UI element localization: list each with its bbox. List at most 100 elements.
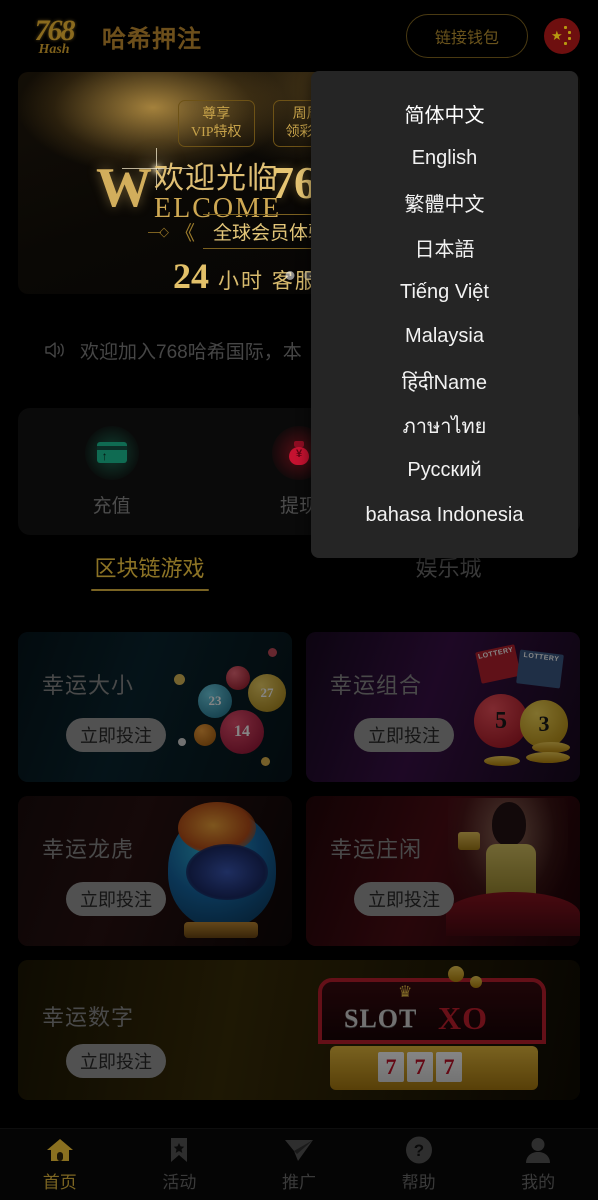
nav-item-home-label: 首页 xyxy=(42,1173,77,1192)
art-tiger xyxy=(178,802,256,854)
money-bag-glyph: ¥ xyxy=(287,440,311,465)
language-option-russian[interactable]: Русский xyxy=(311,449,578,494)
art-ticket-red: LOTTERY xyxy=(475,644,521,684)
tab-casino[interactable]: 娱乐城 xyxy=(299,556,598,610)
question-circle-icon: ? xyxy=(404,1136,434,1164)
card-glyph: ↑ xyxy=(96,442,127,463)
art-ball-small-2 xyxy=(194,724,216,746)
art-dragon xyxy=(186,844,268,900)
art-ball-dot-1 xyxy=(174,674,185,685)
art-slot-arch xyxy=(318,978,546,1044)
language-option-indonesian[interactable]: bahasa Indonesia xyxy=(311,493,578,538)
art-ball-dot-3 xyxy=(178,738,186,746)
language-option-traditional-chinese[interactable]: 繁體中文 xyxy=(311,180,578,225)
bookmark-star-icon xyxy=(164,1136,194,1164)
carousel-dots[interactable] xyxy=(285,271,313,280)
art-coin-top-1 xyxy=(448,966,464,982)
art-slot-reels-bg xyxy=(330,1046,538,1090)
nav-item-activity-label: 活动 xyxy=(162,1173,197,1192)
language-option-japanese[interactable]: 日本語 xyxy=(311,225,578,270)
deposit-card-icon: ↑ xyxy=(84,425,139,480)
game-card-lucky-size[interactable]: 23 27 14 幸运大小 立即投注 xyxy=(18,632,292,782)
art-orb xyxy=(168,810,276,928)
art-table xyxy=(446,892,580,936)
art-gold-bar xyxy=(458,832,480,850)
logo-subtext: Hash xyxy=(38,41,70,57)
flag-star-small-3 xyxy=(568,37,571,40)
banner-pill-vip-line1: 尊享 xyxy=(202,107,231,122)
banner-pill-vip: 尊享 VIP特权 xyxy=(178,100,255,147)
logo-mark-icon: 768 Hash xyxy=(18,11,90,61)
home-icon xyxy=(45,1136,75,1164)
yuan-symbol: ¥ xyxy=(295,448,303,460)
art-seven-2: 7 xyxy=(407,1052,433,1082)
nav-item-activity[interactable]: 活动 xyxy=(120,1136,240,1193)
game-card-lucky-combo[interactable]: LOTTERY LOTTERY 5 3 幸运组合 立即投注 xyxy=(306,632,580,782)
tab-blockchain-games[interactable]: 区块链游戏 xyxy=(0,556,299,610)
quick-action-deposit[interactable]: ↑ 充值 xyxy=(18,425,205,518)
game-card-baccarat-bet-button[interactable]: 立即投注 xyxy=(354,882,454,916)
language-dropdown-menu[interactable]: 简体中文 English 繁體中文 日本語 Tiếng Việt Malaysi… xyxy=(311,71,578,558)
language-option-vietnamese[interactable]: Tiếng Việt xyxy=(311,270,578,315)
art-ball-3: 3 xyxy=(520,700,568,748)
flag-star-small-2 xyxy=(568,31,571,34)
up-arrow-icon: ↑ xyxy=(101,449,108,463)
game-card-dragon-tiger-bet-button[interactable]: 立即投注 xyxy=(66,882,166,916)
art-slot-title-a: SLOT xyxy=(344,1004,418,1033)
app-root: 768 Hash 哈希押注 链接钱包 ★ 尊享 VIP特权 周周 领彩金 W 欢… xyxy=(0,0,598,1200)
bottom-navigation: 首页 活动 推广 ? 帮助 我的 xyxy=(0,1128,598,1200)
nav-item-help-label: 帮助 xyxy=(401,1173,436,1192)
language-option-thai[interactable]: ภาษาไทย xyxy=(311,404,578,449)
game-card-lucky-combo-bet-button[interactable]: 立即投注 xyxy=(354,718,454,752)
game-card-baccarat[interactable]: 幸运庄闲 立即投注 xyxy=(306,796,580,946)
language-option-simplified-chinese[interactable]: 简体中文 xyxy=(311,91,578,136)
art-orb-base xyxy=(184,922,258,938)
connect-wallet-button[interactable]: 链接钱包 xyxy=(406,14,528,58)
game-card-lucky-number-bet-button[interactable]: 立即投注 xyxy=(66,1044,166,1078)
game-card-dragon-tiger-title: 幸运龙虎 xyxy=(42,837,135,862)
flag-star-large: ★ xyxy=(551,28,563,43)
logo[interactable]: 768 Hash 哈希押注 xyxy=(18,11,202,61)
nav-item-home[interactable]: 首页 xyxy=(0,1136,120,1193)
speaker-icon xyxy=(44,340,66,360)
game-card-lucky-number[interactable]: ♛ SLOT XO 7 7 7 幸运数字 立即投注 xyxy=(18,960,580,1100)
china-flag-icon[interactable]: ★ xyxy=(544,18,580,54)
tab-blockchain-games-label: 区块链游戏 xyxy=(94,556,205,581)
carousel-dot-1[interactable] xyxy=(285,271,295,280)
language-option-malaysia[interactable]: Malaysia xyxy=(311,315,578,360)
nav-item-promotion[interactable]: 推广 xyxy=(239,1136,359,1193)
art-dealer-hair xyxy=(492,802,526,846)
flag-star-small-4 xyxy=(564,42,567,45)
banner-welcome-cn: 欢迎光临 xyxy=(154,162,278,195)
quick-action-deposit-label: 充值 xyxy=(92,495,131,517)
art-ball-5: 5 xyxy=(474,694,528,748)
art-ticket-blue: LOTTERY xyxy=(516,649,564,689)
tab-casino-label: 娱乐城 xyxy=(415,556,482,581)
art-ball-27: 27 xyxy=(248,674,286,712)
card-dim-overlay xyxy=(306,796,580,946)
art-seven-1: 7 xyxy=(378,1052,404,1082)
card-dim-overlay xyxy=(18,796,292,946)
nav-item-promotion-label: 推广 xyxy=(281,1173,316,1192)
art-crown-icon: ♛ xyxy=(398,984,413,1001)
art-coin-2 xyxy=(526,752,570,763)
nav-item-mine[interactable]: 我的 xyxy=(478,1136,598,1193)
game-card-lucky-size-title: 幸运大小 xyxy=(42,673,135,698)
art-sevens: 7 7 7 xyxy=(378,1052,462,1082)
art-coin-top-2 xyxy=(470,976,482,988)
art-ball-small-1 xyxy=(226,666,250,690)
game-card-dragon-tiger[interactable]: 幸运龙虎 立即投注 xyxy=(18,796,292,946)
diamond-icon: —◇ xyxy=(148,223,169,239)
logo-number: 768 xyxy=(34,13,76,47)
art-ball-14: 14 xyxy=(220,710,264,754)
nav-item-help[interactable]: ? 帮助 xyxy=(359,1136,479,1193)
game-card-baccarat-title: 幸运庄闲 xyxy=(330,837,423,862)
language-option-hindi[interactable]: हिंदीName xyxy=(311,359,578,404)
game-grid: 23 27 14 幸运大小 立即投注 LOTTERY LOTTERY 5 3 幸… xyxy=(18,632,580,1100)
game-card-lucky-size-bet-button[interactable]: 立即投注 xyxy=(66,718,166,752)
svg-text:?: ? xyxy=(413,1141,423,1160)
banner-hours-number: 24 xyxy=(173,256,209,294)
language-option-english[interactable]: English xyxy=(311,136,578,181)
banner-big-w: W xyxy=(96,157,152,219)
lottery-tickets-art: LOTTERY LOTTERY 5 3 xyxy=(306,632,580,782)
